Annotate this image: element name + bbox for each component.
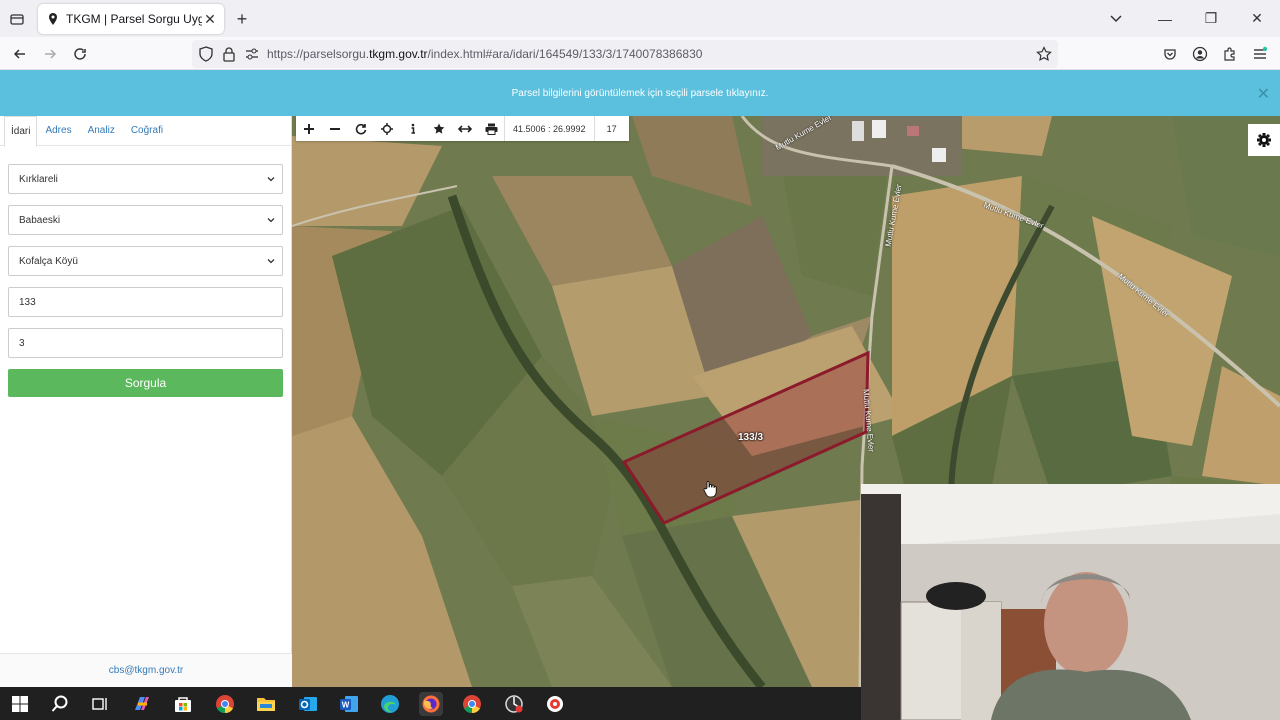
- forward-button[interactable]: [38, 42, 62, 66]
- bookmark-star-icon[interactable]: [1036, 46, 1052, 62]
- map-toolbar: 41.5006 : 26.9992 17: [296, 116, 629, 141]
- tab-analiz[interactable]: Analiz: [80, 116, 123, 145]
- il-value: Kırklareli: [19, 173, 58, 185]
- screen-recorder-icon[interactable]: [502, 692, 526, 716]
- store-icon[interactable]: [171, 692, 195, 716]
- capture-app-icon[interactable]: [543, 692, 567, 716]
- url-text[interactable]: https://parselsorgu.tkgm.gov.tr/index.ht…: [267, 47, 702, 61]
- browser-tab-active[interactable]: TKGM | Parsel Sorgu Uygulama ✕: [38, 4, 224, 34]
- windows-start-icon[interactable]: [8, 692, 32, 716]
- firefox-icon[interactable]: [419, 692, 443, 716]
- browser-tab-strip: TKGM | Parsel Sorgu Uygulama ✕ + — ❐ ✕: [0, 0, 1280, 37]
- query-tabs: İdari Adres Analiz Coğrafi: [0, 116, 291, 147]
- refresh-icon[interactable]: [348, 116, 374, 141]
- query-sidebar: İdari Adres Analiz Coğrafi Kırklareli Ba…: [0, 116, 292, 687]
- back-button[interactable]: [8, 42, 32, 66]
- file-explorer-icon[interactable]: [254, 692, 278, 716]
- shield-icon[interactable]: [198, 46, 214, 62]
- parsel-input[interactable]: 3: [8, 328, 283, 358]
- print-icon[interactable]: [478, 116, 504, 141]
- ada-input[interactable]: 133: [8, 287, 283, 317]
- account-icon[interactable]: [1191, 45, 1209, 63]
- info-banner: Parsel bilgilerini görüntülemek için seç…: [0, 70, 1280, 116]
- close-window-icon[interactable]: ✕: [1234, 0, 1280, 37]
- gear-icon[interactable]: [1248, 124, 1280, 156]
- banner-message: Parsel bilgilerini görüntülemek için seç…: [511, 87, 769, 99]
- zoom-level: 17: [593, 116, 629, 141]
- restore-icon[interactable]: ❐: [1188, 0, 1234, 37]
- star-icon[interactable]: [426, 116, 452, 141]
- outlook-icon[interactable]: [296, 692, 320, 716]
- parsel-value: 3: [19, 337, 25, 349]
- zoom-in-icon[interactable]: [296, 116, 322, 141]
- menu-icon[interactable]: [1251, 45, 1269, 63]
- tab-idari[interactable]: İdari: [4, 116, 38, 147]
- lock-icon[interactable]: [221, 46, 237, 62]
- tab-list-icon[interactable]: [6, 8, 28, 30]
- url-bar[interactable]: https://parselsorgu.tkgm.gov.tr/index.ht…: [192, 40, 1058, 68]
- locate-icon[interactable]: [374, 116, 400, 141]
- reload-button[interactable]: [68, 42, 92, 66]
- footer-email-link[interactable]: cbs@tkgm.gov.tr: [0, 653, 292, 687]
- new-tab-button[interactable]: +: [232, 9, 252, 29]
- word-icon[interactable]: W: [337, 692, 361, 716]
- mahalle-select[interactable]: Kofalça Köyü: [8, 246, 283, 276]
- copilot-icon[interactable]: [130, 692, 154, 716]
- permissions-icon[interactable]: [244, 46, 260, 62]
- il-select[interactable]: Kırklareli: [8, 164, 283, 194]
- coordinate-readout: 41.5006 : 26.9992: [504, 116, 594, 141]
- info-icon[interactable]: [400, 116, 426, 141]
- edge-icon[interactable]: [378, 692, 402, 716]
- window-controls: — ❐ ✕: [1142, 0, 1280, 37]
- measure-icon[interactable]: [452, 116, 478, 141]
- location-pin-icon: [49, 13, 57, 25]
- tab-adres[interactable]: Adres: [37, 116, 79, 145]
- sorgula-button[interactable]: Sorgula: [8, 369, 283, 397]
- ilce-value: Babaeski: [19, 214, 61, 226]
- minimize-icon[interactable]: —: [1142, 0, 1188, 37]
- chrome-icon[interactable]: [460, 692, 484, 716]
- extensions-icon[interactable]: [1221, 45, 1239, 63]
- parcel-label: 133/3: [738, 432, 764, 443]
- taskbar: W: [0, 687, 861, 720]
- task-view-icon[interactable]: [88, 692, 112, 716]
- search-icon[interactable]: [48, 692, 72, 716]
- tab-cografi[interactable]: Coğrafi: [123, 116, 171, 145]
- zoom-out-icon[interactable]: [322, 116, 348, 141]
- pocket-icon[interactable]: [1161, 45, 1179, 63]
- mahalle-value: Kofalça Köyü: [19, 255, 78, 267]
- ada-value: 133: [19, 296, 36, 308]
- chevron-down-icon: [267, 218, 275, 223]
- navigation-bar: https://parselsorgu.tkgm.gov.tr/index.ht…: [0, 37, 1280, 70]
- chevron-down-icon: [267, 177, 275, 182]
- close-tab-icon[interactable]: ✕: [202, 11, 218, 27]
- webcam-overlay: [861, 484, 1280, 720]
- svg-text:W: W: [342, 701, 350, 710]
- chevron-down-icon[interactable]: [1106, 10, 1126, 28]
- hand-cursor-icon: [703, 481, 717, 498]
- close-banner-icon[interactable]: ✕: [1257, 84, 1270, 104]
- chrome-icon[interactable]: [213, 692, 237, 716]
- ilce-select[interactable]: Babaeski: [8, 205, 283, 235]
- chevron-down-icon: [267, 259, 275, 264]
- tab-title: TKGM | Parsel Sorgu Uygulama: [66, 12, 202, 26]
